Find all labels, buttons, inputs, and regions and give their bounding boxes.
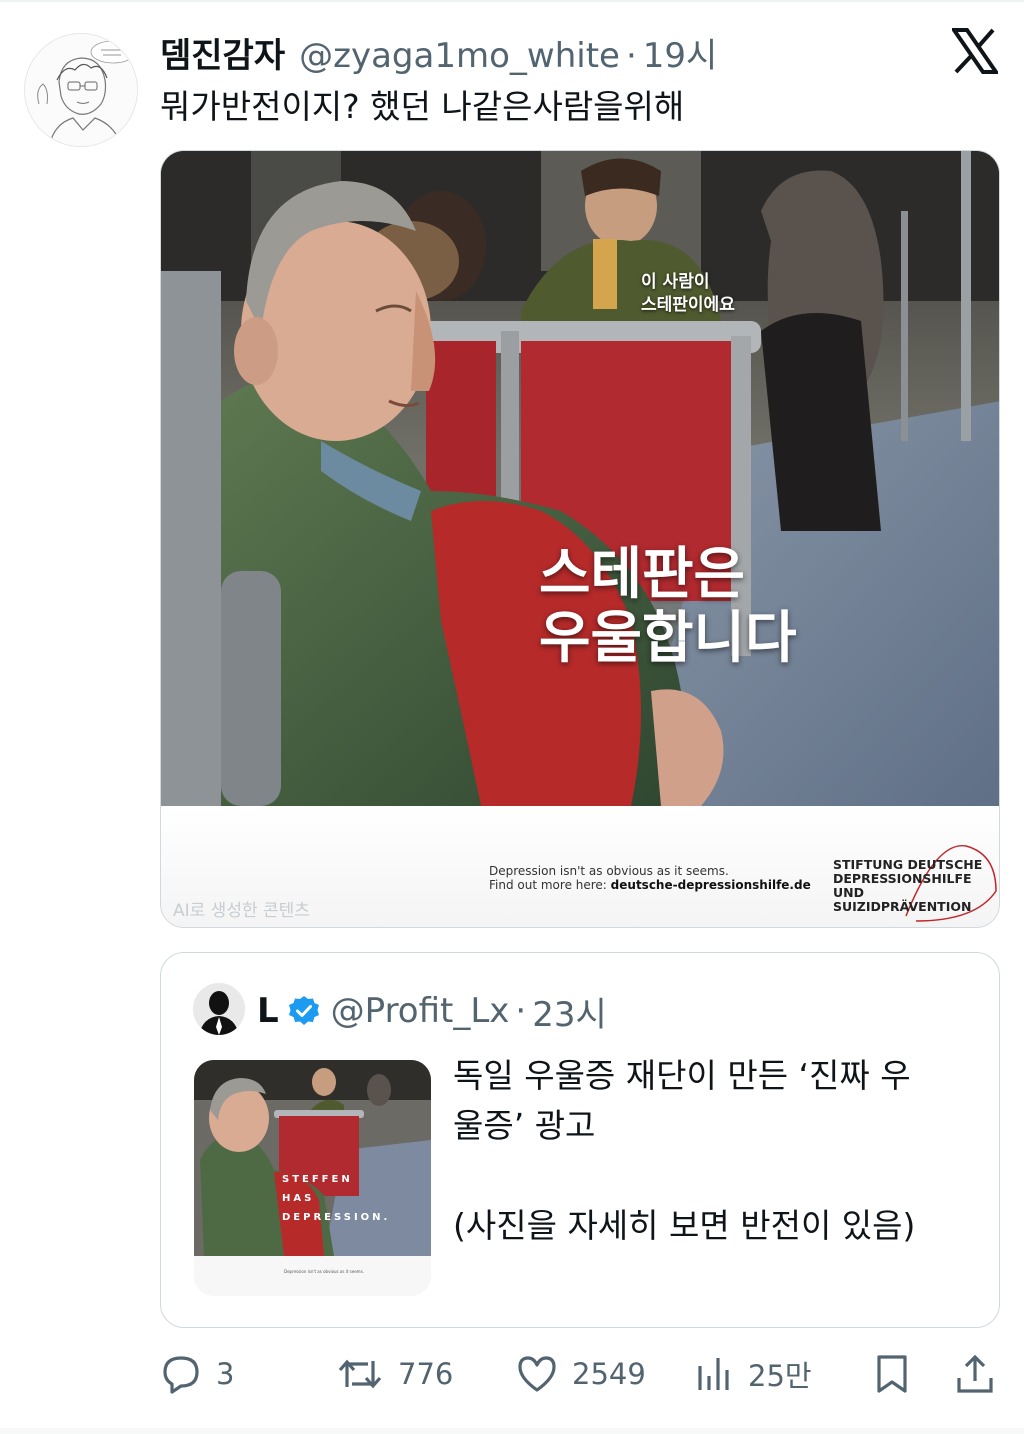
author-avatar[interactable] (24, 33, 138, 147)
quoted-display-name[interactable]: L (257, 991, 279, 1031)
ad-line-1: Depression isn't as obvious as it seems. (489, 864, 729, 878)
thumbnail-footer: Depression isn't as obvious as it seems. (194, 1256, 431, 1296)
views-bar-chart-icon (698, 1358, 729, 1390)
thumbnail-ad-copy: Depression isn't as obvious as it seems. (284, 1269, 364, 1274)
share-upload-icon (957, 1354, 993, 1393)
tweet-time[interactable]: 19시 (643, 28, 718, 77)
subway-photo: 이 사람이 스테판이에요 스테판은 우울합니다 (161, 151, 999, 806)
x-logo-icon[interactable] (950, 28, 1000, 74)
top-divider (0, 0, 1024, 2)
caption-stefan-is-depressed: 스테판은 우울합니다 (539, 542, 797, 671)
bookmark-icon (877, 1355, 907, 1393)
views-button[interactable]: 25만 (694, 1348, 812, 1400)
retweet-button[interactable]: 776 (336, 1348, 453, 1400)
retweet-icon (338, 1359, 382, 1389)
quoted-handle[interactable]: @Profit_Lx (331, 991, 510, 1031)
caption-this-is-stefan: 이 사람이 스테판이에요 (641, 272, 735, 315)
ai-generated-label: AI로 생성한 콘텐츠 (173, 901, 310, 921)
reply-count: 3 (216, 1357, 235, 1391)
bottom-divider (0, 1428, 1024, 1434)
reply-icon (163, 1356, 199, 1394)
tweet-action-bar: 3 776 2549 25만 (160, 1348, 1000, 1400)
ad-url: deutsche-depressionshilfe.de (610, 878, 811, 892)
author-display-name[interactable]: 뎀진감자 (160, 28, 285, 77)
heart-icon (518, 1356, 556, 1392)
quoted-text-line-1: 독일 우울증 재단이 만든 ‘진짜 우 울증’ 광고 (453, 1056, 911, 1145)
quoted-text-line-2: (사진을 자세히 보면 반전이 있음) (453, 1206, 916, 1245)
ad-copy: Depression isn't as obvious as it seems.… (489, 864, 811, 892)
tweet-header: 뎀진감자 @zyaga1mo_white · 19시 (160, 28, 717, 76)
reply-button[interactable]: 3 (160, 1348, 234, 1400)
thumbnail-caption: STEFFEN HAS DEPRESSION. (282, 1174, 391, 1223)
like-button[interactable]: 2549 (516, 1348, 646, 1400)
like-count: 2549 (572, 1357, 646, 1391)
views-count: 25만 (748, 1359, 812, 1393)
silhouette-avatar-icon (193, 983, 245, 1035)
ad-line-2: Find out more here: deutsche-depressions… (489, 878, 811, 892)
meta-separator: · (625, 36, 637, 76)
bookmark-button[interactable] (872, 1348, 926, 1400)
ad-line-2-prefix: Find out more here: (489, 878, 611, 892)
quoted-media-thumbnail[interactable]: STEFFEN HAS DEPRESSION. Depression isn't… (194, 1060, 431, 1296)
quoted-tweet-header: L @Profit_Lx · 23시 (257, 991, 607, 1035)
sketched-person-avatar-icon (25, 34, 137, 146)
ad-footer: Depression isn't as obvious as it seems.… (161, 806, 999, 927)
quoted-tweet-text: 독일 우울증 재단이 만든 ‘진짜 우 울증’ 광고 (사진을 자세히 보면 반… (453, 1051, 973, 1251)
share-button[interactable] (954, 1348, 1010, 1400)
verified-badge-icon (288, 996, 319, 1025)
foundation-logo-text: STIFTUNG DEUTSCHE DEPRESSIONSHILFE UND S… (833, 857, 983, 914)
tweet-media[interactable]: 이 사람이 스테판이에요 스테판은 우울합니다 Depression isn't… (160, 150, 1000, 928)
quoted-tweet[interactable]: L @Profit_Lx · 23시 STEFFEN HAS DEPRESSIO… (160, 952, 1000, 1328)
quoted-meta-separator: · (515, 991, 527, 1031)
quoted-author-avatar[interactable] (193, 983, 245, 1035)
quoted-time[interactable]: 23시 (532, 987, 607, 1036)
retweet-count: 776 (398, 1357, 454, 1391)
author-handle[interactable]: @zyaga1mo_white (299, 36, 620, 76)
tweet-text: 뭐가반전이지? 했던 나같은사람을위해 (160, 87, 685, 126)
